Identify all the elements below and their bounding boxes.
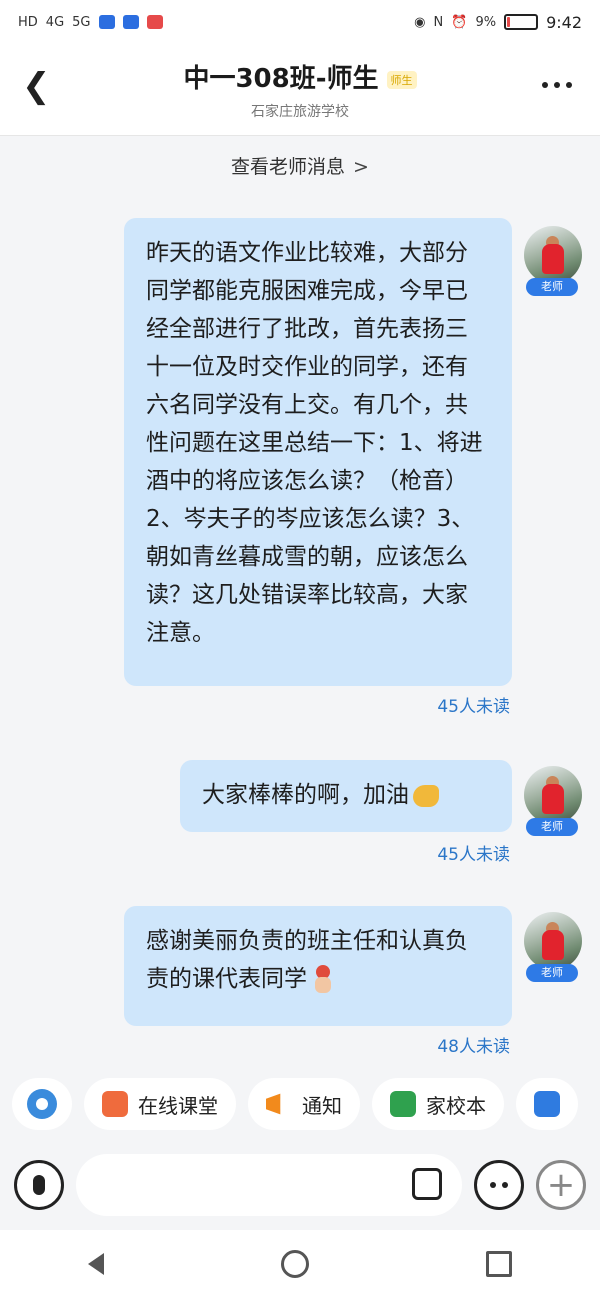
notice-label: 通知 xyxy=(302,1093,342,1118)
battery-fill xyxy=(507,17,511,27)
notice-button[interactable]: 通知 xyxy=(248,1078,360,1130)
app-notification-icon-2 xyxy=(122,15,139,29)
hand-with-flower-icon xyxy=(311,964,335,995)
status-left: HD 4G 5G xyxy=(18,15,163,30)
online-class-icon xyxy=(102,1091,128,1117)
more-tool-button[interactable] xyxy=(516,1078,578,1130)
chevron-right-icon: > xyxy=(353,156,369,178)
megaphone-icon xyxy=(266,1093,281,1115)
homework-book-label: 家校本 xyxy=(426,1093,486,1118)
eye-icon: ◉ xyxy=(414,14,426,30)
battery-percent: 9% xyxy=(475,14,497,30)
unread-count[interactable]: 45人未读 xyxy=(437,840,510,865)
message-bubble[interactable]: 大家棒棒的啊，加油 xyxy=(180,760,512,832)
hd-indicator: HD xyxy=(18,14,38,30)
message-bubble[interactable]: 昨天的语文作业比较难，大部分同学都能克服困难完成，今早已经全部进行了批改，首先表… xyxy=(124,218,512,686)
teacher-badge: 老师 xyxy=(526,964,578,982)
quick-actions-bar: 在线课堂 通知 家校本 xyxy=(0,1072,600,1136)
customer-service-button[interactable] xyxy=(12,1078,72,1130)
notebook-icon xyxy=(390,1091,416,1117)
microphone-icon xyxy=(33,1175,45,1195)
customer-service-icon xyxy=(27,1089,57,1119)
signal-5g-indicator: 5G xyxy=(72,14,91,30)
message-text: 感谢美丽负责的班主任和认真负责的课代表同学 xyxy=(146,928,468,992)
nav-back-icon[interactable] xyxy=(88,1252,105,1275)
online-class-button[interactable]: 在线课堂 xyxy=(84,1078,236,1130)
smile-icon xyxy=(490,1182,496,1188)
online-class-label: 在线课堂 xyxy=(138,1093,218,1118)
teacher-badge: 老师 xyxy=(526,278,578,296)
teacher-badge: 老师 xyxy=(526,818,578,836)
message-bubble[interactable]: 感谢美丽负责的班主任和认真负责的课代表同学 xyxy=(124,906,512,1026)
shield-icon xyxy=(534,1091,560,1117)
app-notification-icon-3 xyxy=(146,15,163,29)
status-bar: HD 4G 5G ◉ N ⏰ 9% 9:42 xyxy=(0,0,600,44)
more-options-icon[interactable] xyxy=(542,82,572,88)
nav-home-icon[interactable] xyxy=(280,1249,309,1278)
flexed-biceps-icon xyxy=(413,784,439,807)
unread-count[interactable]: 45人未读 xyxy=(437,692,510,717)
plus-icon: + xyxy=(546,1165,576,1205)
signal-4g-indicator: 4G xyxy=(45,14,65,30)
view-teacher-messages-link[interactable]: 查看老师消息 > xyxy=(0,146,600,188)
alarm-icon: ⏰ xyxy=(451,14,468,30)
message-input-bar: + xyxy=(0,1140,600,1230)
app-notification-icon xyxy=(98,15,115,29)
group-type-badge: 师生 xyxy=(386,70,417,89)
status-right: ◉ N ⏰ 9% 9:42 xyxy=(414,13,582,32)
teacher-link-label: 查看老师消息 xyxy=(231,156,346,178)
chat-header: ❮ 中一308班-师生 师生 石家庄旅游学校 xyxy=(0,44,600,136)
voice-input-button[interactable] xyxy=(14,1160,64,1210)
teacher-avatar[interactable] xyxy=(524,766,582,824)
message-text: 昨天的语文作业比较难，大部分同学都能克服困难完成，今早已经全部进行了批改，首先表… xyxy=(146,240,483,646)
clock: 9:42 xyxy=(546,12,582,32)
add-attachment-button[interactable]: + xyxy=(536,1160,586,1210)
unread-count[interactable]: 48人未读 xyxy=(437,1032,510,1057)
title-block: 中一308班-师生 师生 石家庄旅游学校 xyxy=(0,58,600,121)
message-text: 大家棒棒的啊，加油 xyxy=(202,782,409,808)
homework-book-button[interactable]: 家校本 xyxy=(372,1078,504,1130)
nfc-icon: N xyxy=(433,14,444,30)
nav-recent-apps-icon[interactable] xyxy=(485,1250,512,1277)
teacher-avatar[interactable] xyxy=(524,912,582,970)
teacher-avatar[interactable] xyxy=(524,226,582,284)
page-title: 中一308班-师生 xyxy=(183,64,379,94)
system-navigation-bar xyxy=(0,1230,600,1297)
thumbs-up-icon[interactable] xyxy=(412,1168,442,1200)
message-input[interactable] xyxy=(76,1154,462,1216)
school-subtitle: 石家庄旅游学校 xyxy=(251,104,349,120)
emoji-button[interactable] xyxy=(474,1160,524,1210)
battery-icon xyxy=(504,14,539,30)
